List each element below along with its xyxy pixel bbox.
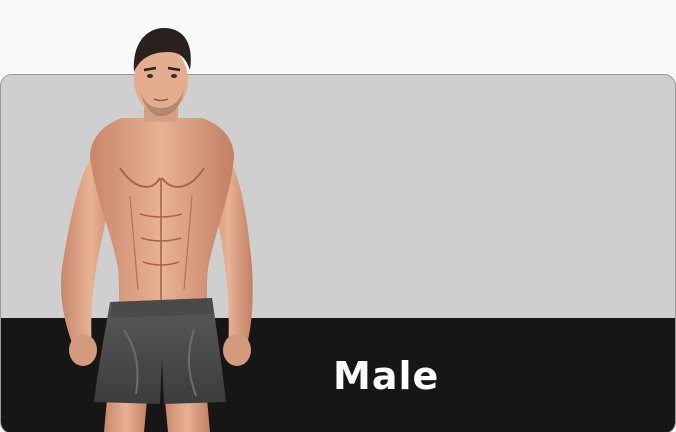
- gender-select-screen: Male: [0, 0, 676, 432]
- male-figure-illustration: [60, 28, 253, 432]
- option-label: Male: [333, 354, 440, 398]
